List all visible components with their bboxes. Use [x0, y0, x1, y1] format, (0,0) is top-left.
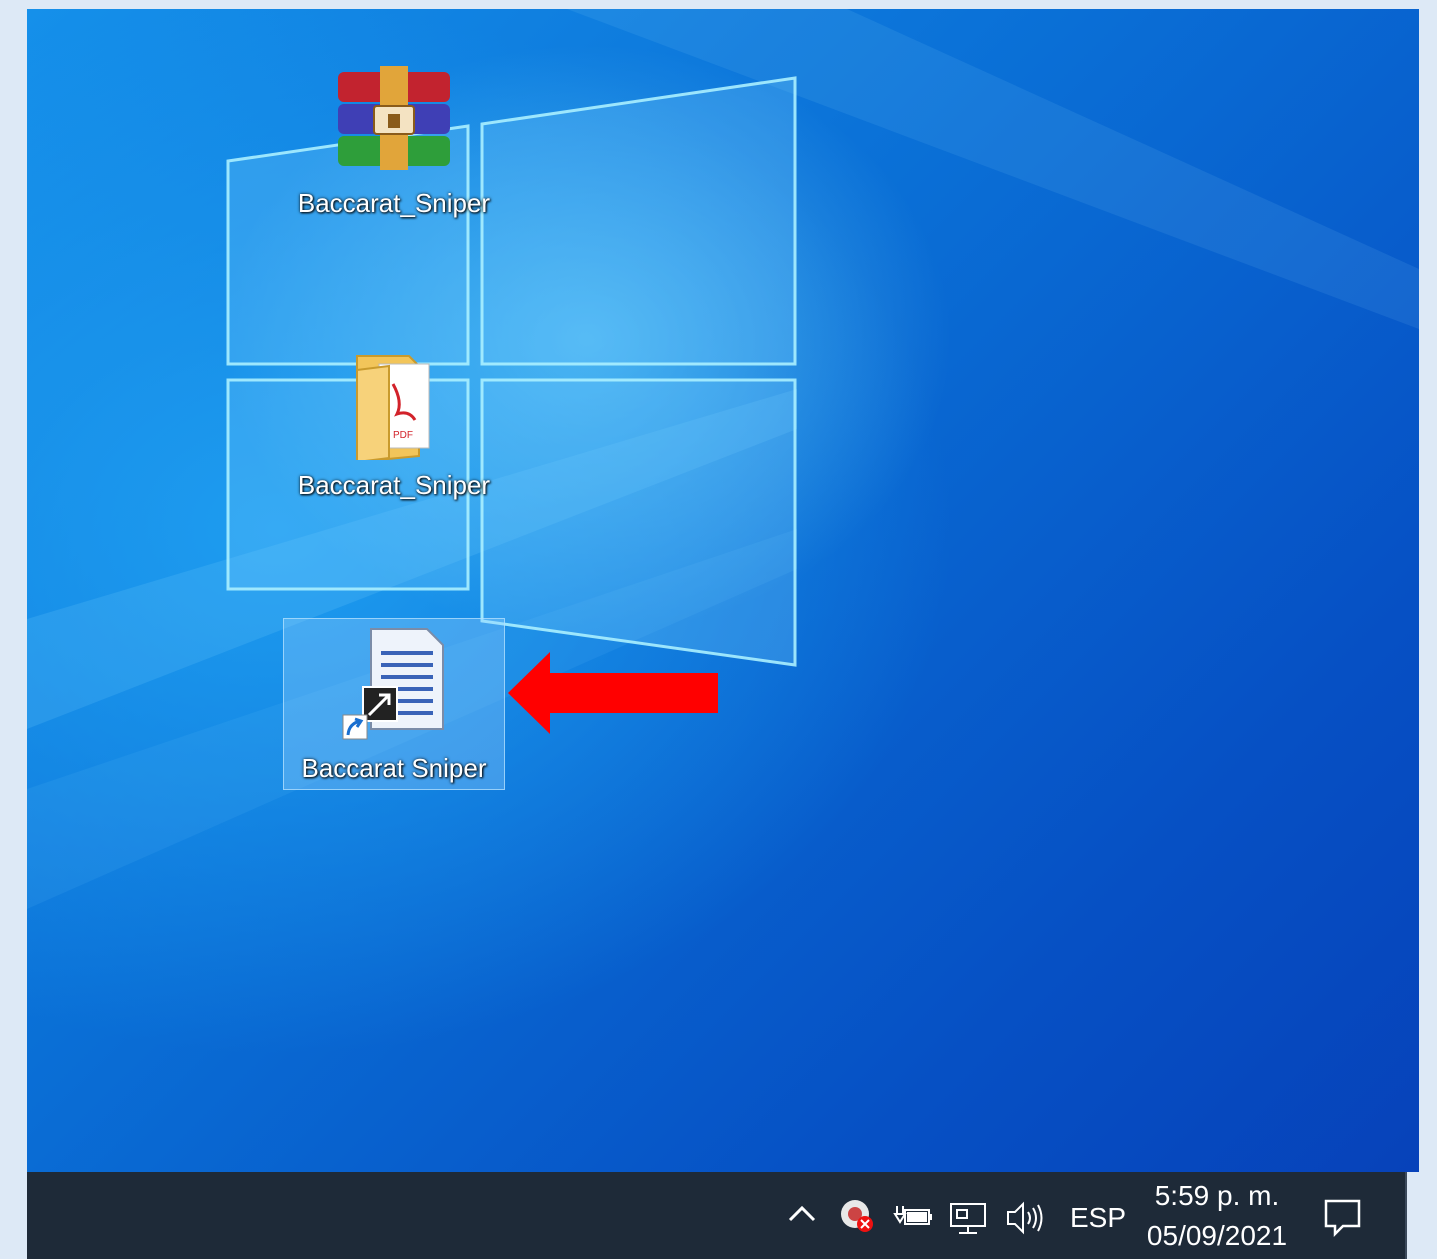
red-arrow-icon	[508, 652, 718, 734]
svg-text:PDF: PDF	[393, 430, 413, 441]
winrar-archive-icon	[334, 66, 454, 175]
page-margin	[1407, 1172, 1437, 1259]
taskbar: ESP 5:59 p. m. 05/09/2021	[27, 1172, 1407, 1259]
antivirus-alert-icon[interactable]	[839, 1198, 875, 1239]
volume-icon[interactable]	[1005, 1200, 1045, 1241]
desktop-icon-folder[interactable]: PDF Baccarat_Sniper	[283, 341, 505, 513]
action-center-icon[interactable]	[1323, 1198, 1363, 1243]
desktop-icon-archive[interactable]: Baccarat_Sniper	[283, 59, 505, 231]
icon-label: Baccarat Sniper	[301, 753, 487, 783]
icon-label: Baccarat_Sniper	[297, 470, 491, 500]
clock-date: 05/09/2021	[1146, 1220, 1288, 1251]
icon-label: Baccarat_Sniper	[297, 188, 491, 218]
language-indicator[interactable]: ESP	[1070, 1202, 1126, 1234]
desktop[interactable]: Baccarat_Sniper PDF Baccarat_Sniper Bacc…	[27, 9, 1419, 1259]
pdf-folder-icon: PDF	[349, 350, 439, 465]
clock-time: 5:59 p. m.	[1154, 1180, 1280, 1211]
desktop-icon-shortcut[interactable]: Baccarat Sniper	[283, 618, 505, 790]
power-battery-icon[interactable]	[893, 1202, 933, 1237]
chevron-up-icon[interactable]	[787, 1202, 817, 1229]
clock[interactable]: 5:59 p. m. 05/09/2021	[1137, 1176, 1297, 1256]
document-shortcut-icon	[339, 625, 449, 750]
network-icon[interactable]	[949, 1200, 989, 1241]
